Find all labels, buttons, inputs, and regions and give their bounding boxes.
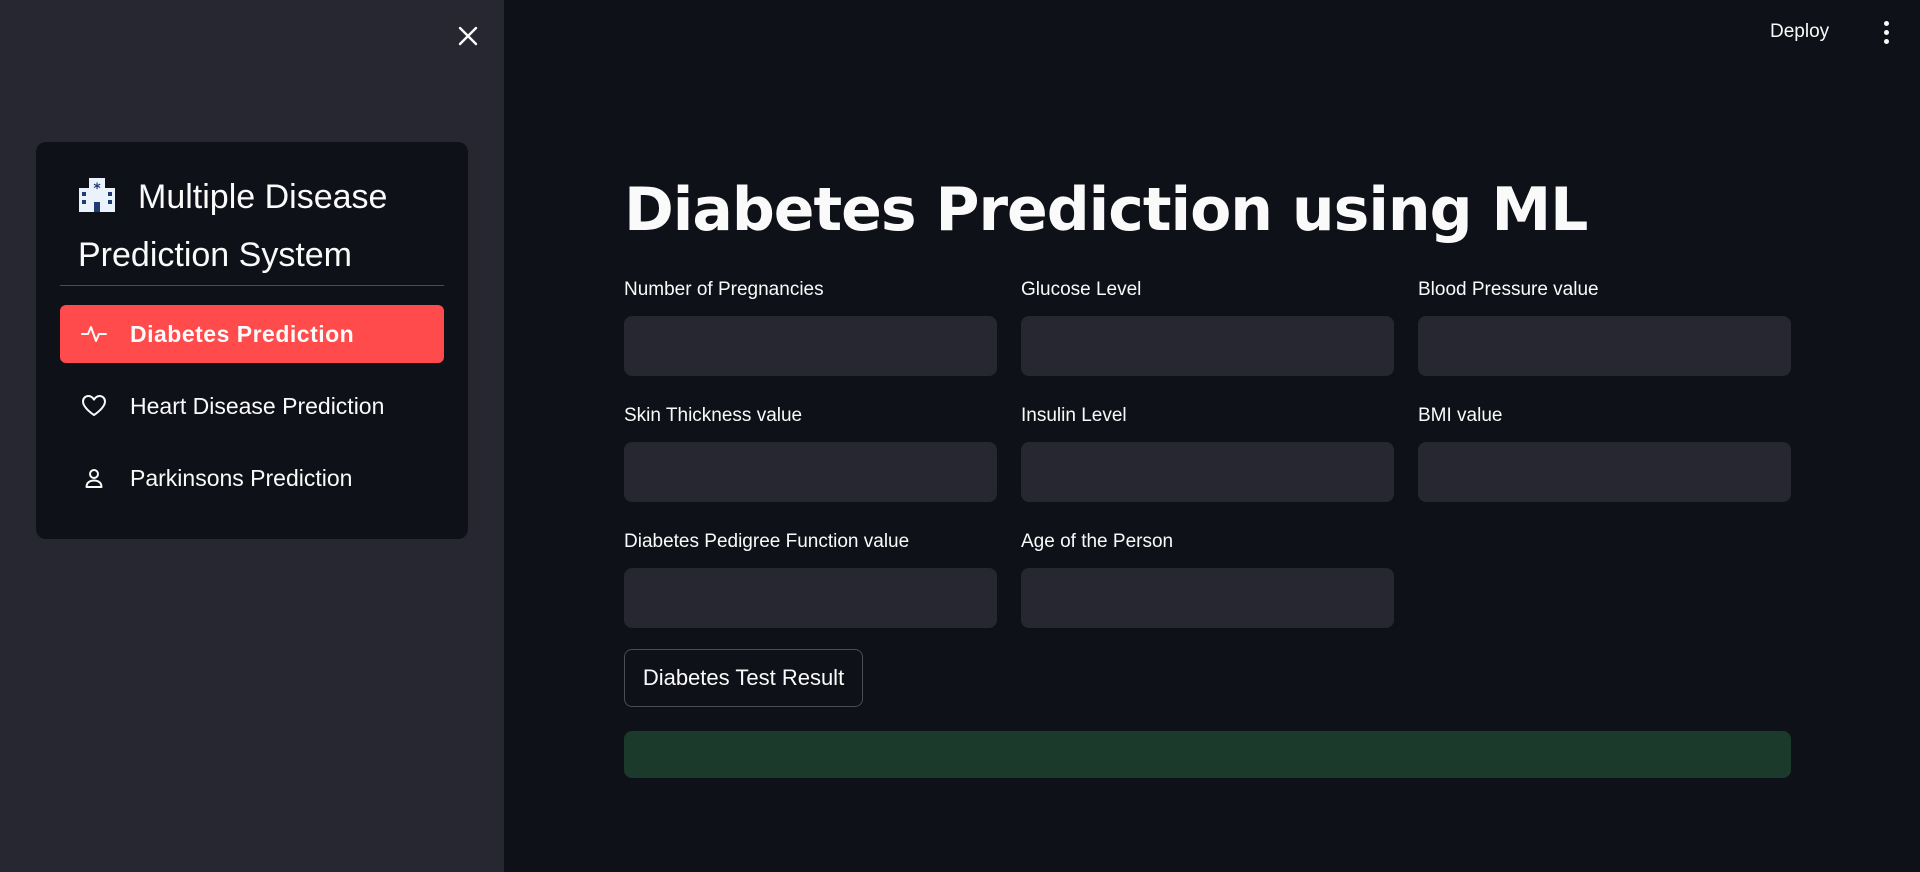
activity-icon bbox=[80, 320, 108, 348]
nav-item-diabetes-prediction[interactable]: Diabetes Prediction bbox=[60, 305, 444, 363]
field-label: Number of Pregnancies bbox=[624, 279, 824, 300]
page-title: Diabetes Prediction using ML bbox=[624, 175, 1588, 245]
insulin-field: Insulin Level bbox=[1021, 400, 1394, 502]
kebab-dot bbox=[1883, 29, 1889, 35]
field-label: Insulin Level bbox=[1021, 405, 1127, 426]
blood-pressure-input[interactable] bbox=[1418, 316, 1791, 376]
age-input[interactable] bbox=[1021, 568, 1394, 628]
result-success-box bbox=[624, 731, 1791, 778]
bmi-field: BMI value bbox=[1418, 400, 1791, 502]
app-root: * Multiple Disease Prediction System Dia… bbox=[0, 0, 1920, 872]
nav-item-label: Diabetes Prediction bbox=[130, 320, 355, 347]
menu-title: * Multiple Disease Prediction System bbox=[78, 170, 448, 282]
glucose-input[interactable] bbox=[1021, 316, 1394, 376]
pedigree-function-field: Diabetes Pedigree Function value bbox=[624, 526, 997, 628]
diabetes-test-result-button[interactable]: Diabetes Test Result bbox=[624, 649, 863, 707]
nav-item-label: Parkinsons Prediction bbox=[130, 464, 353, 491]
sidebar: * Multiple Disease Prediction System Dia… bbox=[0, 0, 504, 872]
hospital-icon: * bbox=[78, 174, 116, 228]
kebab-dot bbox=[1883, 38, 1889, 44]
skin-thickness-field: Skin Thickness value bbox=[624, 400, 997, 502]
deploy-button[interactable]: Deploy bbox=[1770, 16, 1829, 48]
svg-text:*: * bbox=[93, 181, 101, 197]
field-label: Glucose Level bbox=[1021, 279, 1142, 300]
field-label: Diabetes Pedigree Function value bbox=[624, 531, 910, 552]
close-icon bbox=[458, 26, 478, 46]
field-label: Blood Pressure value bbox=[1418, 279, 1599, 300]
glucose-field: Glucose Level bbox=[1021, 274, 1394, 376]
close-sidebar-button[interactable] bbox=[452, 20, 484, 52]
menu-divider bbox=[60, 285, 444, 286]
person-icon bbox=[80, 464, 108, 492]
kebab-dot bbox=[1883, 20, 1889, 26]
insulin-input[interactable] bbox=[1021, 442, 1394, 502]
main-menu-button[interactable] bbox=[1876, 16, 1896, 48]
nav-item-parkinsons-prediction[interactable]: Parkinsons Prediction bbox=[60, 449, 444, 507]
pedigree-function-input[interactable] bbox=[624, 568, 997, 628]
pregnancies-input[interactable] bbox=[624, 316, 997, 376]
nav-item-heart-disease-prediction[interactable]: Heart Disease Prediction bbox=[60, 377, 444, 435]
bmi-input[interactable] bbox=[1418, 442, 1791, 502]
skin-thickness-input[interactable] bbox=[624, 442, 997, 502]
field-label: Skin Thickness value bbox=[624, 405, 803, 426]
blood-pressure-field: Blood Pressure value bbox=[1418, 274, 1791, 376]
field-label: BMI value bbox=[1418, 405, 1503, 426]
nav-item-label: Heart Disease Prediction bbox=[130, 392, 385, 419]
heart-icon bbox=[80, 392, 108, 420]
field-label: Age of the Person bbox=[1021, 531, 1174, 552]
age-field: Age of the Person bbox=[1021, 526, 1394, 628]
option-menu: * Multiple Disease Prediction System Dia… bbox=[36, 142, 468, 539]
menu-title-text: Multiple Disease Prediction System bbox=[78, 178, 388, 274]
pregnancies-field: Number of Pregnancies bbox=[624, 274, 997, 376]
